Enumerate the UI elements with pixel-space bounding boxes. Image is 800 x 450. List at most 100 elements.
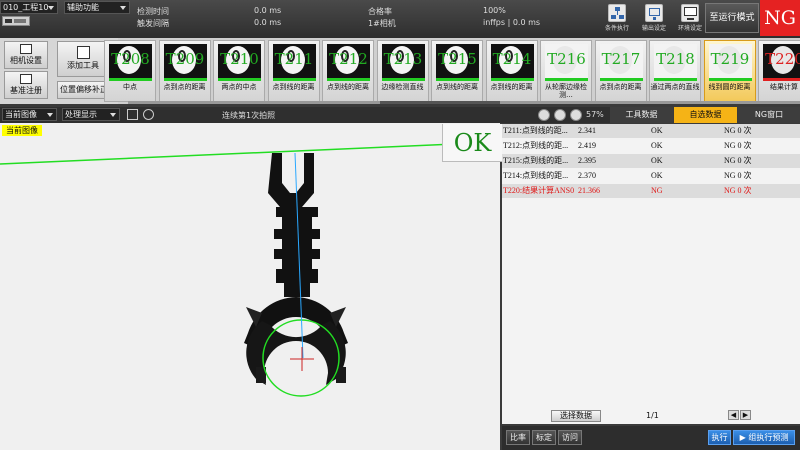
tool-status-bar bbox=[163, 78, 207, 81]
eye-icon[interactable] bbox=[143, 109, 154, 120]
zoom-in-icon[interactable] bbox=[554, 109, 566, 121]
app-window: 010_工程10 辅助功能 检测时间 0.0 ms 触发间隔 0.0 ms 合格… bbox=[0, 0, 800, 450]
tool-tile[interactable]: T210 两点的中点 bbox=[213, 40, 265, 102]
tool-tile[interactable]: T209 点到点的距离 bbox=[158, 40, 211, 102]
table-row[interactable]: T220:结果计算ANS0 21.366 NG NG 0 次 bbox=[502, 184, 800, 198]
tool-thumbnail: T213 bbox=[381, 44, 425, 78]
row-status: NG bbox=[651, 186, 663, 195]
tool-id: T212 bbox=[329, 50, 368, 68]
output-settings-button[interactable]: 输出设定 bbox=[640, 4, 668, 36]
tool-label: 通过两点的直线 bbox=[650, 83, 700, 91]
row-value: 2.370 bbox=[578, 171, 596, 180]
row-name: T220:结果计算ANS0 bbox=[503, 186, 575, 195]
tool-tile[interactable]: T217 点到点的距离 bbox=[594, 40, 647, 102]
tool-thumbnail: T218 bbox=[654, 44, 697, 78]
image-toolbar: 当前图像 处理显示 连续第1次拍照 bbox=[0, 107, 500, 123]
ratio-button[interactable]: 比率 bbox=[506, 430, 530, 445]
tool-thumbnail: T211 bbox=[272, 44, 316, 78]
conditional-exec-label: 条件执行 bbox=[604, 25, 629, 32]
tool-label: 点到点的距离 bbox=[599, 83, 642, 91]
tool-tile[interactable]: T213 边缘检测直线 bbox=[376, 40, 429, 102]
tool-tile[interactable]: T215 点到线的距离 bbox=[431, 40, 483, 102]
row-ng-count: NG 0 次 bbox=[724, 126, 752, 135]
tool-tile[interactable]: T219 线到圆的距离 bbox=[703, 40, 756, 102]
group-execute-button[interactable]: ▶ 组执行预测 bbox=[733, 430, 795, 445]
tool-label: 点到线的距离 bbox=[327, 83, 369, 91]
tool-tile[interactable]: T218 通过两点的直线 bbox=[649, 40, 701, 102]
tool-status-bar bbox=[218, 78, 261, 81]
pass-rate-value: 100% bbox=[483, 6, 506, 15]
next-page-button[interactable]: ▶ bbox=[740, 410, 751, 420]
camera-settings-button[interactable]: 相机设置 bbox=[4, 41, 48, 69]
tool-tile[interactable]: T220 结果计算 bbox=[758, 40, 800, 102]
row-value: 2.395 bbox=[578, 156, 596, 165]
prev-page-button[interactable]: ◀ bbox=[728, 410, 739, 420]
data-tabs: 工具数据 自选数据 NG窗口 bbox=[610, 107, 800, 123]
visit-button[interactable]: 访问 bbox=[558, 430, 582, 445]
tool-tile[interactable]: T216 从轮廓边缘检测... bbox=[540, 40, 592, 102]
tool-id: T217 bbox=[601, 50, 641, 68]
trigger-interval-value: 0.0 ms bbox=[254, 18, 282, 27]
execute-button[interactable]: 执行 bbox=[708, 430, 731, 445]
calibrate-button[interactable]: 标定 bbox=[532, 430, 556, 445]
add-tool-label: 添加工具 bbox=[67, 61, 99, 70]
env-settings-button[interactable]: 环境设定 bbox=[676, 4, 704, 36]
tool-thumbnail: T208 bbox=[109, 44, 152, 78]
tool-label: 线到圆的距离 bbox=[708, 83, 751, 91]
project-select[interactable]: 010_工程10 bbox=[0, 1, 58, 14]
tool-tile[interactable]: T208 中点 bbox=[104, 40, 156, 102]
tool-tile[interactable]: T214 点到线的距离 bbox=[485, 40, 538, 102]
tab-ng-window[interactable]: NG窗口 bbox=[738, 107, 800, 123]
tool-status-bar bbox=[381, 78, 425, 81]
tool-thumbnail: T209 bbox=[163, 44, 207, 78]
table-row[interactable]: T212:点到线的距... 2.419 OK NG 0 次 bbox=[502, 139, 800, 153]
table-row[interactable]: T215:点到线的距... 2.395 OK NG 0 次 bbox=[502, 154, 800, 168]
env-settings-label: 环境设定 bbox=[677, 25, 702, 32]
aux-function-menu[interactable]: 辅助功能 bbox=[64, 1, 130, 14]
select-data-button[interactable]: 选择数据 bbox=[551, 410, 601, 422]
add-tool-button[interactable]: 添加工具 bbox=[57, 41, 109, 77]
row-ng-count: NG 0 次 bbox=[724, 141, 752, 150]
inspection-image bbox=[0, 141, 500, 397]
tool-tile[interactable]: T211 点到线的距离 bbox=[267, 40, 320, 102]
run-mode-button[interactable]: 至运行模式 bbox=[705, 3, 759, 33]
table-row[interactable]: T211:点到线的距... 2.341 OK NG 0 次 bbox=[502, 124, 800, 138]
top-bar: 010_工程10 辅助功能 检测时间 0.0 ms 触发间隔 0.0 ms 合格… bbox=[0, 0, 800, 38]
tab-tool-data[interactable]: 工具数据 bbox=[610, 107, 673, 123]
chevron-down-icon bbox=[47, 113, 53, 117]
chevron-down-icon bbox=[110, 113, 116, 117]
row-ng-count: NG 0 次 bbox=[724, 186, 752, 195]
zoom-out-icon[interactable] bbox=[538, 109, 550, 121]
register-icon bbox=[20, 74, 32, 84]
table-row[interactable]: T214:点到线的距... 2.370 OK NG 0 次 bbox=[502, 169, 800, 183]
row-name: T212:点到线的距... bbox=[503, 141, 569, 150]
tab-custom-data[interactable]: 自选数据 bbox=[674, 107, 737, 123]
tool-thumbnail: T216 bbox=[545, 44, 588, 78]
tool-id: T209 bbox=[165, 50, 205, 68]
zoom-fit-icon[interactable] bbox=[570, 109, 582, 121]
camera-image-view[interactable] bbox=[0, 123, 500, 450]
tool-thumbnail: T220 bbox=[763, 44, 800, 78]
tool-status-bar bbox=[763, 78, 800, 81]
layout-icon[interactable] bbox=[127, 109, 138, 120]
row-status: OK bbox=[651, 141, 663, 150]
position-comp-button[interactable]: 位置偏移补正 bbox=[57, 81, 111, 99]
tool-id: T211 bbox=[274, 50, 314, 68]
output-icon bbox=[645, 4, 663, 22]
tool-tile[interactable]: T212 点到线的距离 bbox=[322, 40, 374, 102]
tool-label: 点到线的距离 bbox=[272, 83, 315, 91]
row-status: OK bbox=[651, 156, 663, 165]
process-display-select[interactable]: 处理显示 bbox=[62, 108, 120, 121]
tool-status-bar bbox=[109, 78, 152, 81]
base-register-button[interactable]: 基准注册 bbox=[4, 71, 48, 99]
tool-label: 点到点的距离 bbox=[163, 83, 206, 91]
page-indicator: 1/1 bbox=[646, 411, 659, 420]
view-select[interactable]: 当前图像 bbox=[2, 108, 57, 121]
tool-label: 从轮廓边缘检测... bbox=[545, 83, 587, 99]
detect-time-value: 0.0 ms bbox=[254, 6, 282, 15]
tool-thumbnail: T217 bbox=[599, 44, 643, 78]
camera-mini-icon[interactable] bbox=[2, 16, 30, 26]
tool-strip-scroll-thumb[interactable] bbox=[380, 101, 500, 104]
conditional-exec-button[interactable]: 条件执行 bbox=[603, 4, 631, 36]
base-register-label: 基准注册 bbox=[10, 86, 42, 95]
